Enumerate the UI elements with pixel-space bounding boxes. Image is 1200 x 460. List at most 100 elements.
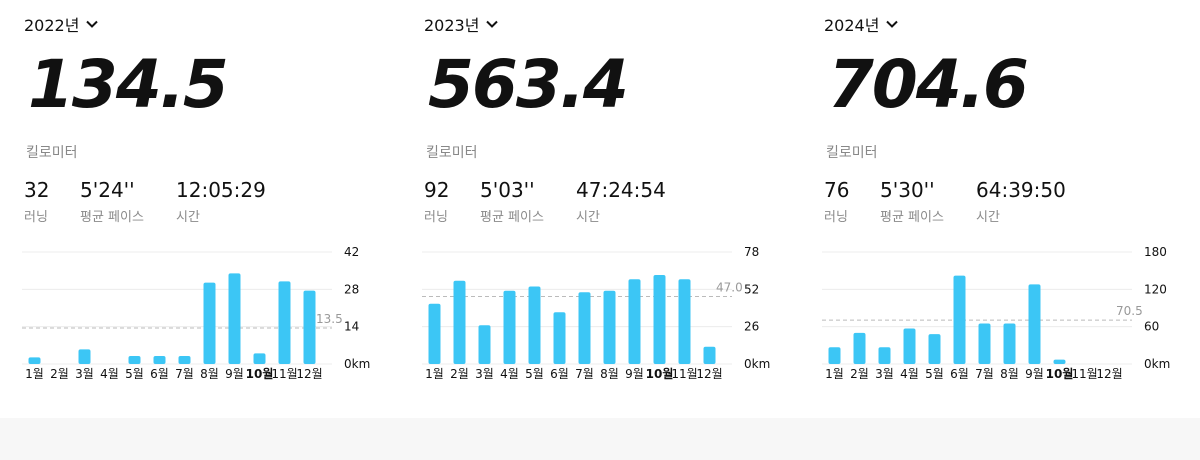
time-label: 시간 bbox=[576, 210, 600, 225]
month-label: 1월 bbox=[425, 367, 444, 381]
y-tick-label: 42 bbox=[344, 245, 359, 259]
bar-10월 bbox=[653, 274, 666, 364]
runs-label: 러닝 bbox=[24, 210, 48, 225]
average-label: 70.5 bbox=[1116, 304, 1143, 318]
pace-stat: 5'24'' 평균 페이스 bbox=[80, 180, 144, 225]
bar-5월 bbox=[128, 356, 141, 364]
month-label: 4월 bbox=[500, 367, 519, 381]
runs-stat: 76 러닝 bbox=[824, 180, 849, 225]
bar-9월 bbox=[628, 279, 641, 364]
bar-4월 bbox=[903, 328, 916, 364]
bar-12월 bbox=[703, 346, 716, 364]
bar-8월 bbox=[603, 290, 616, 364]
bar-3월 bbox=[478, 325, 491, 364]
distance-unit: 킬로미터 bbox=[426, 145, 478, 161]
bar-8월 bbox=[203, 282, 216, 364]
bar-11월 bbox=[678, 279, 691, 364]
bar-4월 bbox=[503, 290, 516, 364]
pace-label: 평균 페이스 bbox=[80, 210, 144, 225]
year-label: 2023년 bbox=[424, 16, 480, 35]
month-label: 8월 bbox=[600, 367, 619, 381]
month-label: 9월 bbox=[625, 367, 644, 381]
y-tick-label: 180 bbox=[1144, 245, 1167, 259]
y-tick-label: 60 bbox=[1144, 320, 1159, 334]
chevron-down-icon bbox=[486, 20, 499, 28]
y-tick-label: 26 bbox=[744, 320, 759, 334]
month-label: 12월 bbox=[696, 367, 722, 381]
month-label: 9월 bbox=[225, 367, 244, 381]
month-label: 12월 bbox=[296, 367, 322, 381]
time-label: 시간 bbox=[976, 210, 1000, 225]
month-label: 4월 bbox=[900, 367, 919, 381]
year-label: 2024년 bbox=[824, 16, 880, 35]
year-label: 2022년 bbox=[24, 16, 80, 35]
footer-band bbox=[0, 418, 1200, 460]
bar-7월 bbox=[578, 292, 591, 364]
bar-11월 bbox=[278, 281, 291, 364]
bar-12월 bbox=[303, 290, 316, 364]
bar-10월 bbox=[253, 353, 266, 364]
distance-unit: 킬로미터 bbox=[826, 145, 878, 161]
bar-7월 bbox=[978, 323, 991, 364]
pace-stat: 5'30'' 평균 페이스 bbox=[880, 180, 944, 225]
month-label: 2월 bbox=[450, 367, 469, 381]
y-tick-label: 0km bbox=[744, 357, 770, 371]
time-stat: 64:39:50 시간 bbox=[976, 180, 1066, 225]
month-label: 7월 bbox=[575, 367, 594, 381]
month-label: 4월 bbox=[100, 367, 119, 381]
pace-value: 5'30'' bbox=[880, 178, 935, 202]
average-label: 47.0 bbox=[716, 281, 743, 295]
monthly-distance-chart: 0km 26 52 78 47.0 1월 2월 3월 4월 5월 6월 7월 8월 9월 10월11월12월 bbox=[422, 245, 770, 381]
y-tick-label: 0km bbox=[344, 357, 370, 371]
pace-stat: 5'03'' 평균 페이스 bbox=[480, 180, 544, 225]
y-tick-label: 0km bbox=[1144, 357, 1170, 371]
pace-value: 5'03'' bbox=[480, 178, 535, 202]
bar-5월 bbox=[528, 286, 541, 364]
month-label: 10월 bbox=[646, 366, 674, 381]
time-value: 47:24:54 bbox=[576, 178, 666, 202]
bar-1월 bbox=[828, 347, 841, 364]
distance-unit: 킬로미터 bbox=[26, 145, 78, 161]
bar-3월 bbox=[878, 347, 891, 364]
year-dropdown[interactable]: 2023년 bbox=[424, 12, 499, 36]
year-dropdown[interactable]: 2024년 bbox=[824, 12, 899, 36]
year-dropdown[interactable]: 2022년 bbox=[24, 12, 99, 36]
runs-value: 92 bbox=[424, 178, 450, 202]
bar-8월 bbox=[1003, 323, 1016, 364]
month-label: 8월 bbox=[200, 367, 219, 381]
month-label: 12월 bbox=[1096, 367, 1122, 381]
bar-6월 bbox=[153, 356, 166, 364]
bar-1월 bbox=[28, 357, 41, 364]
month-label: 6월 bbox=[550, 367, 569, 381]
year-panel-2024: 2024년 704.6 킬로미터 76 러닝 5'30'' 평균 페이스 64:… bbox=[800, 0, 1200, 418]
y-tick-label: 120 bbox=[1144, 282, 1167, 296]
pace-label: 평균 페이스 bbox=[880, 210, 944, 225]
bar-6월 bbox=[953, 275, 966, 364]
runs-label: 러닝 bbox=[824, 210, 848, 225]
runs-value: 76 bbox=[824, 178, 850, 202]
runs-stat: 32 러닝 bbox=[24, 180, 49, 225]
time-value: 64:39:50 bbox=[976, 178, 1066, 202]
y-tick-label: 78 bbox=[744, 245, 759, 259]
month-label: 9월 bbox=[1025, 367, 1044, 381]
month-label: 11월 bbox=[271, 367, 297, 381]
bar-9월 bbox=[228, 273, 241, 364]
month-label: 3월 bbox=[475, 367, 494, 381]
month-label: 2월 bbox=[50, 367, 69, 381]
month-label: 10월 bbox=[246, 366, 274, 381]
pace-label: 평균 페이스 bbox=[480, 210, 544, 225]
bar-2월 bbox=[453, 280, 466, 364]
month-label: 7월 bbox=[975, 367, 994, 381]
time-label: 시간 bbox=[176, 210, 200, 225]
year-panel-2022: 2022년 134.5 킬로미터 32 러닝 5'24'' 평균 페이스 12:… bbox=[0, 0, 400, 418]
month-label: 8월 bbox=[1000, 367, 1019, 381]
month-label: 5월 bbox=[125, 367, 144, 381]
year-panel-2023: 2023년 563.4 킬로미터 92 러닝 5'03'' 평균 페이스 47:… bbox=[400, 0, 800, 418]
bar-1월 bbox=[428, 303, 441, 364]
chevron-down-icon bbox=[886, 20, 899, 28]
month-label: 5월 bbox=[525, 367, 544, 381]
y-tick-label: 14 bbox=[344, 320, 359, 334]
bar-5월 bbox=[928, 334, 941, 364]
month-label: 10월 bbox=[1046, 366, 1074, 381]
time-stat: 47:24:54 시간 bbox=[576, 180, 666, 225]
